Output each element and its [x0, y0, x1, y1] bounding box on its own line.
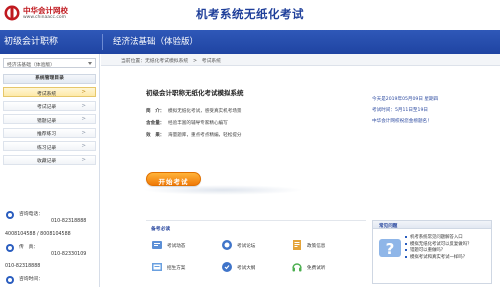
- tool-enrollment[interactable]: 招生方案: [151, 261, 201, 273]
- today-date: 今天是2019年05月09日 星期四: [372, 97, 439, 102]
- chevron-right-icon: >: [81, 89, 86, 95]
- tool-policy-info[interactable]: 政策信息: [291, 239, 341, 251]
- subject-select-value: 经济法基础（体验版）: [7, 62, 55, 68]
- main-content: 当前位置：无纸化考试模拟系统 > 考试系统 初级会计职称无纸化考试模拟系统 简 …: [101, 54, 500, 287]
- sidebar-menu: 考试系统 > 考试记录 > 错题记录 > 推荐练习 > 练习记录 > 收藏记录 …: [3, 87, 96, 168]
- intro-row-effect: 效 果： 海量题库，重点考点精编，轻松提分: [146, 132, 242, 138]
- svg-text:?: ?: [386, 240, 395, 258]
- consult-number-alt: 4008104588 / 8008104588: [5, 232, 71, 237]
- exam-subject: 经济法基础（体验版）: [113, 37, 199, 47]
- chevron-right-icon: >: [81, 116, 86, 122]
- consult-label: 咨询电话：: [19, 212, 43, 217]
- tool-label: 招生方案: [167, 265, 186, 271]
- tool-exam-forum[interactable]: 考试论坛: [221, 239, 271, 251]
- chevron-right-icon: >: [81, 102, 86, 109]
- sidebar-item-label: 考试系统: [37, 91, 57, 97]
- sidebar-item-exam-records[interactable]: 考试记录 >: [3, 100, 96, 111]
- intro-key: 简 介：: [146, 109, 165, 114]
- sidebar-item-label: 练习记录: [37, 145, 57, 151]
- tool-label: 考试大纲: [237, 265, 256, 271]
- sidebar-item-label: 收藏记录: [37, 159, 57, 164]
- chevron-down-icon: [88, 62, 92, 65]
- sidebar: 经济法基础（体验版） 系统管理目录 考试系统 > 考试记录 > 错题记录 > 推…: [0, 54, 100, 287]
- intro-text: 模拟无纸化考试，感受真实机考场景: [168, 109, 242, 114]
- faq-header: 常见问题: [373, 221, 491, 229]
- fax-label: 传 真：: [19, 245, 39, 250]
- fax-icon: [6, 244, 14, 252]
- exam-level: 初级会计职称: [4, 37, 59, 47]
- tool-label: 考试论坛: [237, 243, 256, 249]
- chevron-right-icon: >: [81, 129, 86, 136]
- intro-key: 含金量：: [146, 121, 165, 126]
- page-title: 机考系统无纸化考试: [196, 7, 304, 21]
- sidebar-item-wrong-questions[interactable]: 错题记录 >: [3, 114, 96, 124]
- phone-icon: [6, 211, 14, 219]
- fax-number-alt: 010-82318888: [5, 264, 41, 269]
- sidebar-item-exam-system[interactable]: 考试系统 >: [3, 87, 96, 97]
- start-exam-label: 开始考试: [158, 177, 189, 186]
- chevron-right-icon: >: [81, 143, 86, 149]
- intro-row-summary: 简 介： 模拟无纸化考试，感受真实机考场景: [146, 108, 242, 114]
- faq-list: 机考系统常见问题解答入口 模拟无纸化考试可以反复做吗？ 错题可以重做吗？ 模拟考…: [405, 234, 491, 260]
- sidebar-item-label: 推荐练习: [37, 132, 57, 137]
- outline-icon: [222, 262, 232, 272]
- breadcrumb: 当前位置：无纸化考试模拟系统 > 考试系统: [101, 54, 500, 66]
- sidebar-item-recommended-practice[interactable]: 推荐练习 >: [3, 127, 96, 138]
- sidebar-item-favorites[interactable]: 收藏记录 >: [3, 154, 96, 165]
- date-panel: 今天是2019年05月09日 星期四 考试时间：5月11日至19日 中华会计网校…: [372, 94, 492, 134]
- faq-title: 常见问题: [379, 223, 398, 229]
- tool-label: 免费试听: [307, 265, 326, 271]
- exam-period: 考试时间：5月11日至19日: [372, 108, 428, 113]
- policy-icon: [293, 240, 301, 250]
- prep-tools: 备考必读 考试动态 考试论坛 政策信息 招生方案 考试大纲 免费试听: [146, 220, 366, 284]
- tool-label: 考试动态: [167, 243, 186, 249]
- consult-number: 010-82318888: [51, 219, 87, 224]
- fax-number: 010-82330109: [51, 252, 87, 257]
- clock-icon: [6, 276, 14, 284]
- forum-icon: [222, 240, 232, 250]
- intro-text: 海量题库，重点考点精编，轻松提分: [168, 133, 242, 138]
- sidebar-item-practice-records[interactable]: 练习记录 >: [3, 141, 96, 151]
- bar-divider: [102, 34, 103, 50]
- faq-panel: 常见问题 ? 机考系统常见问题解答入口 模拟无纸化考试可以反复做吗？ 错题可以重…: [372, 220, 492, 284]
- subject-bar: 初级会计职称 经济法基础（体验版）: [0, 30, 500, 54]
- tool-label: 政策信息: [307, 243, 326, 249]
- chevron-right-icon: >: [81, 156, 86, 163]
- sidebar-item-label: 考试记录: [37, 105, 57, 110]
- faq-item[interactable]: 模拟考试和真实考试一样吗？: [405, 254, 491, 261]
- time-label: 咨询时间：: [19, 277, 43, 282]
- intro-text: 经验丰富的辅导专家精心编写: [168, 121, 228, 126]
- start-exam-button[interactable]: 开始考试: [146, 172, 201, 186]
- sidebar-item-label: 错题记录: [37, 118, 57, 124]
- headset-icon: [292, 263, 302, 272]
- intro-key: 效 果：: [146, 133, 165, 138]
- tool-exam-outline[interactable]: 考试大纲: [221, 261, 271, 273]
- breadcrumb-text[interactable]: 当前位置：无纸化考试模拟系统 > 考试系统: [121, 57, 221, 64]
- app-header: 中华会计网校 www.chinaacc.com 机考系统无纸化考试: [0, 0, 500, 30]
- greeting: 中华会计网校祝您金榜题名！: [372, 119, 432, 124]
- tool-free-trial[interactable]: 免费试听: [291, 261, 341, 273]
- tool-exam-news[interactable]: 考试动态: [151, 239, 201, 251]
- prep-tools-title: 备考必读: [151, 227, 171, 232]
- button-shadow: [143, 185, 303, 195]
- enroll-icon: [152, 263, 162, 271]
- intro-title: 初级会计职称无纸化考试模拟系统: [146, 89, 244, 97]
- intro-row-value: 含金量： 经验丰富的辅导专家精心编写: [146, 120, 228, 126]
- news-icon: [152, 241, 162, 249]
- question-mark-icon: ?: [379, 239, 401, 258]
- menu-title: 系统管理目录: [3, 74, 96, 84]
- subject-select[interactable]: 经济法基础（体验版）: [3, 58, 96, 68]
